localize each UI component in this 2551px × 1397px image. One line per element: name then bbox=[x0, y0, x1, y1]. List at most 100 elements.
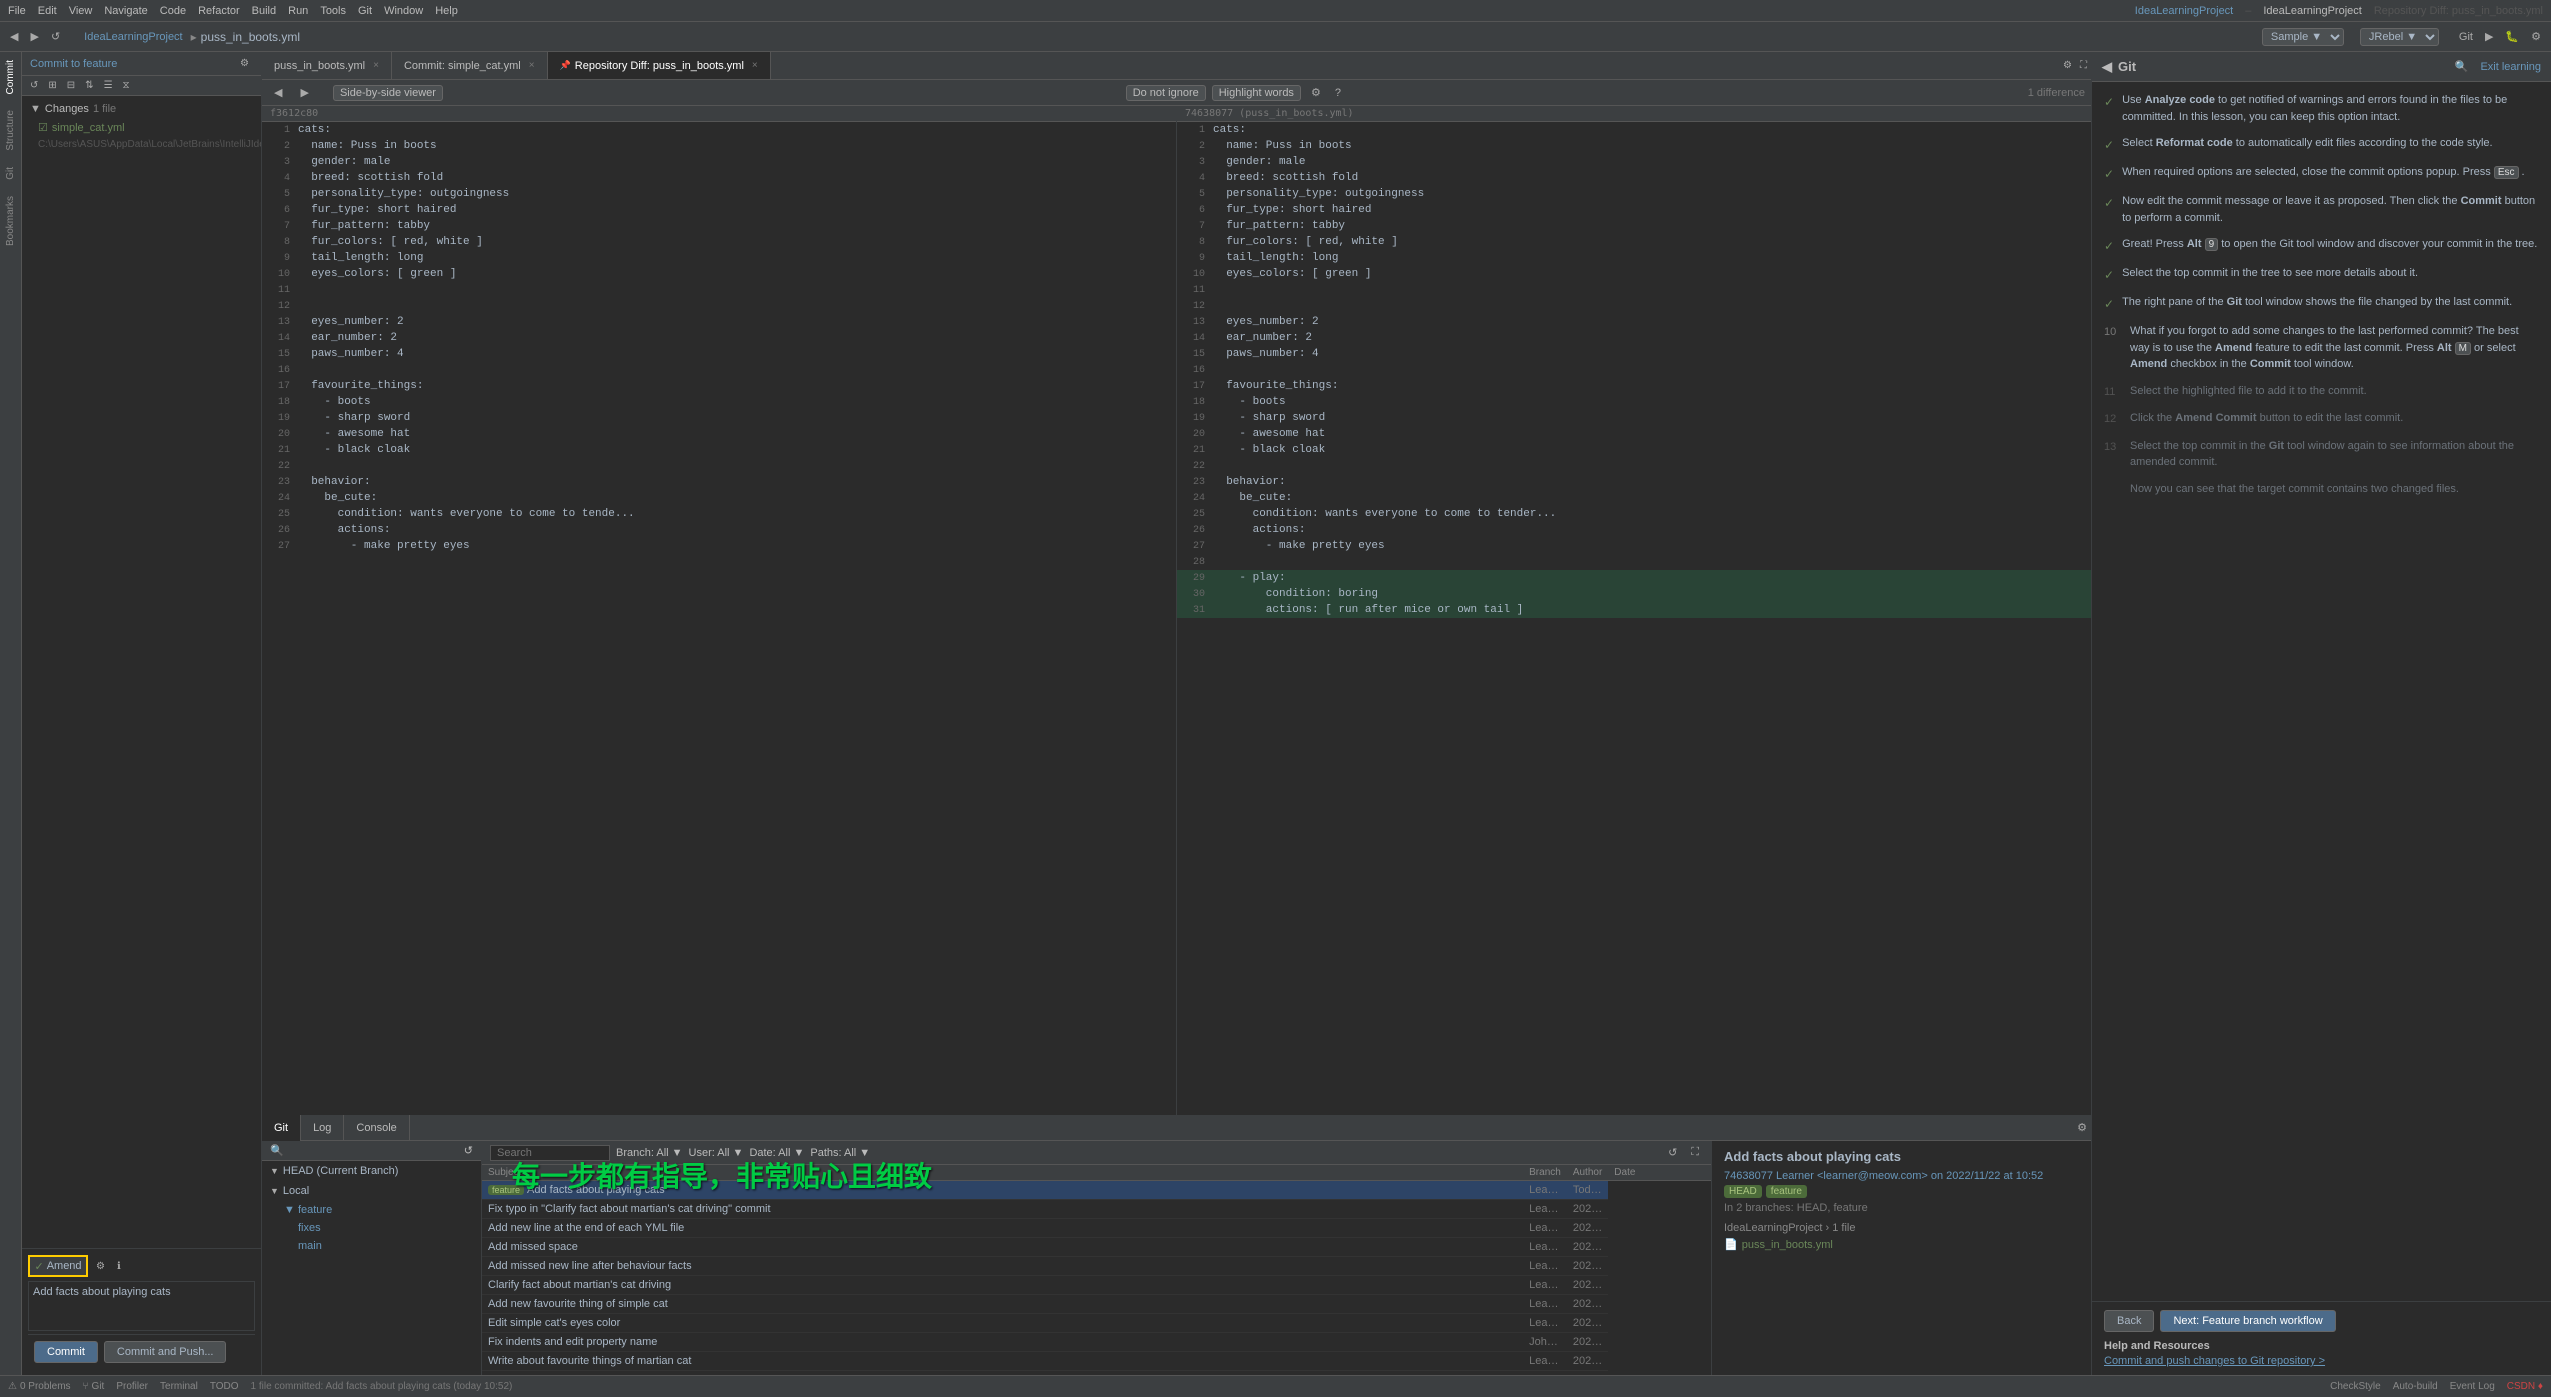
lesson-item-4: ✓ Now edit the commit message or leave i… bbox=[2104, 193, 2539, 226]
menu-refactor[interactable]: Refactor bbox=[198, 5, 240, 17]
commit-row[interactable]: Add missed spaceLearner2021/4/1 18:47 bbox=[482, 1238, 1711, 1257]
date-filter[interactable]: Date: All ▼ bbox=[749, 1147, 804, 1159]
file-tab-puss[interactable]: puss_in_boots.yml × bbox=[262, 52, 392, 80]
vtab-structure[interactable]: Structure bbox=[1, 102, 20, 159]
sample-dropdown[interactable]: Sample ▼ bbox=[2262, 28, 2344, 46]
back-footer-btn[interactable]: Back bbox=[2104, 1310, 2154, 1332]
vtab-bookmarks[interactable]: Bookmarks bbox=[1, 188, 20, 254]
group-btn[interactable]: ☰ bbox=[100, 78, 117, 93]
file-tab-repo-diff[interactable]: 📌 Repository Diff: puss_in_boots.yml × bbox=[548, 52, 771, 80]
menu-run[interactable]: Run bbox=[288, 5, 308, 17]
file-tab-commit-close[interactable]: × bbox=[529, 60, 535, 71]
amend-info-btn[interactable]: ℹ bbox=[113, 1259, 125, 1274]
menu-help[interactable]: Help bbox=[435, 5, 458, 17]
next-footer-btn[interactable]: Next: Feature branch workflow bbox=[2160, 1310, 2335, 1332]
highlight-words-label[interactable]: Highlight words bbox=[1212, 85, 1301, 101]
status-autobuild[interactable]: Auto-build bbox=[2393, 1381, 2438, 1392]
settings-button[interactable]: ⚙ bbox=[2527, 28, 2545, 45]
run-button[interactable]: ▶ bbox=[2481, 28, 2497, 45]
menu-build[interactable]: Build bbox=[252, 5, 276, 17]
status-terminal[interactable]: Terminal bbox=[160, 1381, 198, 1392]
status-csdn[interactable]: CSDN ♦ bbox=[2507, 1381, 2543, 1392]
menu-view[interactable]: View bbox=[69, 5, 93, 17]
commit-row[interactable]: Fix typo in "Clarify fact about martian'… bbox=[482, 1200, 1711, 1219]
user-filter[interactable]: User: All ▼ bbox=[689, 1147, 744, 1159]
branch-filter[interactable]: Branch: All ▼ bbox=[616, 1147, 683, 1159]
refresh-button[interactable]: ↺ bbox=[47, 28, 64, 45]
commit-button[interactable]: Commit bbox=[34, 1341, 98, 1363]
log-settings-btn[interactable]: ⚙ bbox=[2073, 1119, 2091, 1136]
commit-row[interactable]: featureAdd facts about playing catsLearn… bbox=[482, 1181, 1711, 1200]
side-by-side-label[interactable]: Side-by-side viewer bbox=[333, 85, 443, 101]
status-eventlog[interactable]: Event Log bbox=[2450, 1381, 2495, 1392]
back-arrow-icon[interactable]: ◀ bbox=[2102, 59, 2112, 75]
line-content: condition: wants everyone to come to ten… bbox=[298, 508, 1172, 520]
forward-button[interactable]: ▶ bbox=[26, 28, 42, 45]
menu-git[interactable]: Git bbox=[358, 5, 372, 17]
branch-main[interactable]: main bbox=[290, 1237, 481, 1255]
amend-checkbox[interactable]: ✓ Amend bbox=[28, 1255, 88, 1277]
amend-settings-btn[interactable]: ⚙ bbox=[92, 1259, 109, 1274]
commit-row[interactable]: Fix indents and edit property nameJohnny… bbox=[482, 1333, 1711, 1352]
bottom-tab-console[interactable]: Console bbox=[344, 1115, 409, 1141]
change-file-item[interactable]: ☑ simple_cat.yml bbox=[22, 118, 261, 137]
exit-learning-button[interactable]: Exit learning bbox=[2480, 61, 2541, 73]
commit-row[interactable]: Edit simple cat's eyes colorLearner2021/… bbox=[482, 1314, 1711, 1333]
file-tab-commit[interactable]: Commit: simple_cat.yml × bbox=[392, 52, 548, 80]
diff-settings-icon[interactable]: ⚙ bbox=[1307, 84, 1325, 101]
panel-settings-btn[interactable]: ⚙ bbox=[236, 56, 253, 71]
menu-window[interactable]: Window bbox=[384, 5, 423, 17]
menu-file[interactable]: File bbox=[8, 5, 26, 17]
menu-code[interactable]: Code bbox=[160, 5, 186, 17]
vtab-commit[interactable]: Commit bbox=[1, 52, 20, 102]
status-git[interactable]: ⑂ Git bbox=[83, 1381, 105, 1392]
bottom-tab-log[interactable]: Log bbox=[301, 1115, 344, 1141]
status-profiler[interactable]: Profiler bbox=[116, 1381, 148, 1392]
log-refresh-btn[interactable]: ↺ bbox=[1664, 1144, 1681, 1161]
move-btn[interactable]: ⇅ bbox=[81, 78, 97, 93]
branch-fixes[interactable]: fixes bbox=[290, 1219, 481, 1237]
bottom-tab-git[interactable]: Git bbox=[262, 1115, 301, 1141]
paths-filter[interactable]: Paths: All ▼ bbox=[810, 1147, 870, 1159]
local-item[interactable]: ▼ Local bbox=[262, 1181, 481, 1201]
commit-row[interactable]: Add new favourite thing of simple catLea… bbox=[482, 1295, 1711, 1314]
commit-push-button[interactable]: Commit and Push... bbox=[104, 1341, 227, 1363]
git-search-btn[interactable]: 🔍 bbox=[2451, 58, 2473, 75]
git-toolbar-btn[interactable]: Git bbox=[2455, 29, 2477, 45]
diff-nav-prev[interactable]: ◀ bbox=[268, 84, 288, 101]
status-checkstyle[interactable]: CheckStyle bbox=[2330, 1381, 2381, 1392]
status-todo[interactable]: TODO bbox=[210, 1381, 239, 1392]
log-search-input[interactable] bbox=[490, 1145, 610, 1161]
diff-help-btn[interactable]: ? bbox=[1331, 85, 1345, 101]
branch-feature[interactable]: ▼ feature bbox=[276, 1201, 481, 1219]
commit-row[interactable]: Describe simple cat's favourite thingsLe… bbox=[482, 1371, 1711, 1376]
commit-row[interactable]: Clarify fact about martian's cat driving… bbox=[482, 1276, 1711, 1295]
collapse-btn[interactable]: ⊟ bbox=[63, 78, 79, 93]
status-problems[interactable]: ⚠ 0 Problems bbox=[8, 1381, 71, 1392]
menu-edit[interactable]: Edit bbox=[38, 5, 57, 17]
log-expand-btn[interactable]: ⛶ bbox=[1687, 1144, 1703, 1161]
filter-btn[interactable]: ⧖ bbox=[119, 78, 134, 93]
commit-message-input[interactable]: Add facts about playing cats bbox=[28, 1281, 255, 1331]
diff-nav-next[interactable]: ▶ bbox=[294, 84, 314, 101]
diff-settings-btn[interactable]: ⚙ bbox=[2059, 58, 2076, 73]
commit-row[interactable]: Add missed new line after behaviour fact… bbox=[482, 1257, 1711, 1276]
do-not-ignore-label[interactable]: Do not ignore bbox=[1126, 85, 1206, 101]
refresh-changes-btn[interactable]: ↺ bbox=[26, 78, 42, 93]
commit-row[interactable]: Add new line at the end of each YML file… bbox=[482, 1219, 1711, 1238]
file-tab-repo-diff-close[interactable]: × bbox=[752, 60, 758, 71]
menu-tools[interactable]: Tools bbox=[320, 5, 346, 17]
help-link[interactable]: Commit and push changes to Git repositor… bbox=[2104, 1355, 2539, 1367]
head-branch-item[interactable]: ▼ HEAD (Current Branch) bbox=[262, 1161, 481, 1181]
debug-button[interactable]: 🐛 bbox=[2501, 28, 2523, 45]
jrebel-dropdown[interactable]: JRebel ▼ bbox=[2360, 28, 2439, 46]
commit-row[interactable]: Write about favourite things of martian … bbox=[482, 1352, 1711, 1371]
menu-navigate[interactable]: Navigate bbox=[104, 5, 147, 17]
diff-expand-btn[interactable]: ⛶ bbox=[2076, 58, 2091, 73]
refresh-log-btn[interactable]: ↺ bbox=[464, 1144, 473, 1157]
line-content: eyes_number: 2 bbox=[1213, 316, 2087, 328]
expand-btn[interactable]: ⊞ bbox=[44, 78, 60, 93]
file-tab-puss-close[interactable]: × bbox=[373, 60, 379, 71]
back-button[interactable]: ◀ bbox=[6, 28, 22, 45]
vtab-git[interactable]: Git bbox=[1, 159, 20, 188]
